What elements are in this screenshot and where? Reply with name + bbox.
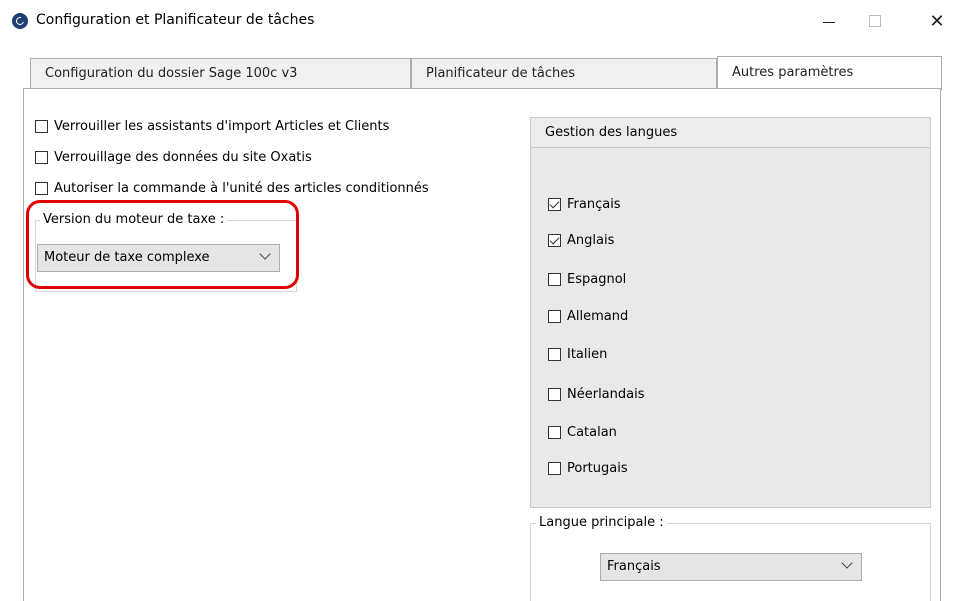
allow-unit-checkbox[interactable] bbox=[35, 182, 48, 195]
lock-import-checkbox[interactable] bbox=[35, 120, 48, 133]
lang-espagnol[interactable]: Espagnol bbox=[548, 272, 626, 287]
lang-espagnol-checkbox[interactable] bbox=[548, 273, 561, 286]
window-title: Configuration et Planificateur de tâches bbox=[36, 12, 315, 28]
close-button[interactable]: ✕ bbox=[914, 6, 960, 36]
tab-label: Planificateur de tâches bbox=[426, 66, 575, 81]
tab-autres-parametres[interactable]: Autres paramètres bbox=[717, 56, 942, 90]
lang-anglais-checkbox[interactable] bbox=[548, 234, 561, 247]
lang-label: Français bbox=[567, 197, 621, 212]
lang-label: Allemand bbox=[567, 309, 629, 324]
lang-label: Portugais bbox=[567, 461, 628, 476]
lang-label: Italien bbox=[567, 347, 608, 362]
maximize-icon bbox=[869, 15, 881, 27]
lang-label: Néerlandais bbox=[567, 387, 645, 402]
lock-import-option[interactable]: Verrouiller les assistants d'import Arti… bbox=[35, 119, 389, 134]
maximize-button[interactable] bbox=[852, 6, 898, 36]
tab-strip: Configuration du dossier Sage 100c v3 Pl… bbox=[30, 56, 942, 90]
tab-label: Configuration du dossier Sage 100c v3 bbox=[45, 66, 298, 81]
lang-francais[interactable]: Français bbox=[548, 197, 621, 212]
lock-site-checkbox[interactable] bbox=[35, 151, 48, 164]
tab-label: Autres paramètres bbox=[732, 65, 854, 80]
lang-anglais[interactable]: Anglais bbox=[548, 233, 614, 248]
title-bar: Configuration et Planificateur de tâches… bbox=[0, 0, 962, 44]
lock-import-label: Verrouiller les assistants d'import Arti… bbox=[54, 119, 390, 134]
lang-italien-checkbox[interactable] bbox=[548, 348, 561, 361]
lang-francais-checkbox[interactable] bbox=[548, 198, 561, 211]
chevron-down-icon bbox=[841, 557, 853, 569]
lang-allemand[interactable]: Allemand bbox=[548, 309, 628, 324]
lang-catalan[interactable]: Catalan bbox=[548, 425, 617, 440]
main-language-legend: Langue principale : bbox=[536, 515, 667, 530]
lang-label: Anglais bbox=[567, 233, 615, 248]
minimize-button[interactable] bbox=[806, 6, 852, 36]
lang-neerlandais[interactable]: Néerlandais bbox=[548, 387, 645, 402]
lang-catalan-checkbox[interactable] bbox=[548, 426, 561, 439]
lang-neerlandais-checkbox[interactable] bbox=[548, 388, 561, 401]
lang-portugais[interactable]: Portugais bbox=[548, 461, 628, 476]
allow-unit-option[interactable]: Autoriser la commande à l'unité des arti… bbox=[35, 181, 429, 196]
lock-site-option[interactable]: Verrouillage des données du site Oxatis bbox=[35, 150, 312, 165]
lock-site-label: Verrouillage des données du site Oxatis bbox=[54, 150, 312, 165]
lang-label: Catalan bbox=[567, 425, 617, 440]
allow-unit-label: Autoriser la commande à l'unité des arti… bbox=[54, 181, 429, 196]
minimize-icon bbox=[823, 21, 835, 23]
tab-planificateur[interactable]: Planificateur de tâches bbox=[411, 58, 717, 89]
main-language-selected: Français bbox=[607, 559, 661, 574]
main-language-select[interactable]: Français bbox=[600, 553, 862, 581]
annotation-highlight bbox=[26, 200, 299, 289]
tab-configuration-dossier[interactable]: Configuration du dossier Sage 100c v3 bbox=[30, 58, 411, 89]
language-panel-header: Gestion des langues bbox=[531, 118, 930, 148]
lang-italien[interactable]: Italien bbox=[548, 347, 607, 362]
lang-label: Espagnol bbox=[567, 272, 627, 287]
app-logo-icon bbox=[12, 13, 28, 29]
lang-portugais-checkbox[interactable] bbox=[548, 462, 561, 475]
lang-allemand-checkbox[interactable] bbox=[548, 310, 561, 323]
